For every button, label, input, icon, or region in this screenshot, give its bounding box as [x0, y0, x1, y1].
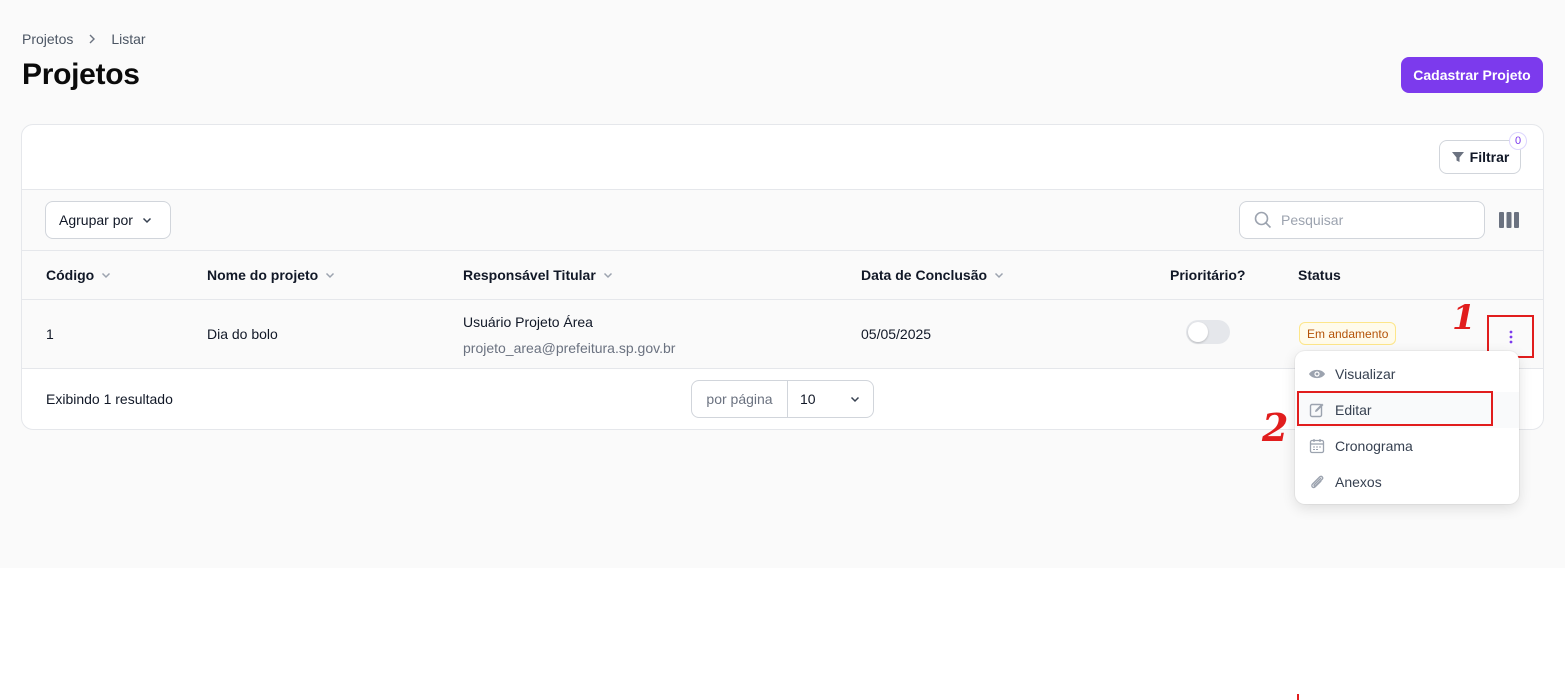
breadcrumb: Projetos Listar — [22, 31, 146, 47]
sort-chevron-icon — [326, 272, 335, 279]
filter-count-badge: 0 — [1509, 132, 1527, 150]
column-prioritario: Prioritário? — [1170, 267, 1245, 283]
column-responsavel-label: Responsável Titular — [463, 267, 596, 283]
column-data-label: Data de Conclusão — [861, 267, 988, 283]
chevron-down-icon — [142, 217, 151, 224]
column-codigo-label: Código — [46, 267, 95, 283]
sort-chevron-icon — [102, 272, 111, 279]
funnel-icon — [1451, 152, 1464, 162]
column-nome[interactable]: Nome do projeto — [207, 267, 336, 283]
prioritario-toggle[interactable] — [1186, 320, 1230, 344]
annotation-step-2: 2 — [1262, 405, 1289, 450]
column-nome-label: Nome do projeto — [207, 267, 319, 283]
editar-highlight-box — [1297, 391, 1493, 426]
more-vertical-icon — [1509, 330, 1512, 343]
cell-nome: Dia do bolo — [207, 326, 278, 342]
table-toolbar: Agrupar por — [22, 190, 1543, 251]
status-badge: Em andamento — [1299, 322, 1397, 345]
menu-item-anexos[interactable]: Anexos — [1295, 464, 1519, 500]
calendar-icon — [1308, 437, 1326, 455]
column-prioritario-label: Prioritário? — [1170, 267, 1246, 283]
columns-toggle-icon[interactable] — [1499, 211, 1519, 229]
breadcrumb-listar: Listar — [111, 31, 146, 47]
cadastrar-projeto-button[interactable]: Cadastrar Projeto — [1401, 57, 1543, 93]
menu-item-cronograma[interactable]: Cronograma — [1295, 428, 1519, 464]
per-page-label: por página — [692, 381, 788, 417]
per-page-select[interactable]: por página 10 — [691, 380, 874, 418]
eye-icon — [1308, 365, 1326, 383]
group-by-select[interactable]: Agrupar por — [45, 201, 171, 239]
table-header: Código Nome do projeto Responsável Titul… — [22, 251, 1543, 300]
result-count: Exibindo 1 resultado — [46, 391, 173, 407]
cell-responsavel-nome: Usuário Projeto Área — [463, 314, 593, 330]
cell-codigo: 1 — [46, 326, 54, 342]
per-page-number: 10 — [800, 391, 816, 407]
search-icon — [1254, 211, 1272, 229]
column-responsavel[interactable]: Responsável Titular — [463, 267, 614, 283]
cell-responsavel-email: projeto_area@prefeitura.sp.gov.br — [463, 340, 676, 356]
search-field[interactable] — [1239, 201, 1485, 239]
menu-item-label: Anexos — [1335, 474, 1382, 490]
column-data-conclusao[interactable]: Data de Conclusão — [861, 267, 1005, 283]
menu-item-label: Cronograma — [1335, 438, 1413, 454]
cell-data-conclusao: 05/05/2025 — [861, 326, 932, 342]
breadcrumb-projetos[interactable]: Projetos — [22, 31, 73, 47]
chevron-right-icon — [89, 34, 96, 44]
page-title: Projetos — [22, 58, 140, 91]
sort-chevron-icon — [995, 272, 1004, 279]
annotation-mark — [1297, 694, 1299, 700]
annotation-step-1: 1 — [1452, 298, 1476, 338]
paperclip-icon — [1308, 473, 1326, 491]
card-header: Filtrar 0 — [22, 125, 1543, 190]
per-page-value[interactable]: 10 — [788, 391, 873, 407]
filter-label: Filtrar — [1469, 149, 1510, 165]
filter-button[interactable]: Filtrar — [1439, 140, 1521, 174]
sort-chevron-icon — [603, 272, 612, 279]
column-status: Status — [1298, 267, 1341, 283]
column-codigo[interactable]: Código — [46, 267, 112, 283]
search-input[interactable] — [1281, 212, 1471, 228]
row-actions-menu: Visualizar Editar Cronograma Anexos — [1295, 351, 1519, 504]
group-by-label: Agrupar por — [59, 212, 133, 228]
menu-item-label: Visualizar — [1335, 366, 1396, 382]
menu-item-visualizar[interactable]: Visualizar — [1295, 356, 1519, 392]
chevron-down-icon — [850, 396, 860, 403]
column-status-label: Status — [1298, 267, 1341, 283]
